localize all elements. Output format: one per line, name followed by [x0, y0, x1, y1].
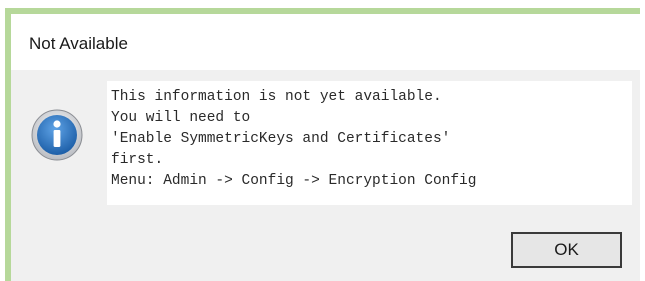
- screenshot-frame: Not Available This information is not ye…: [0, 0, 645, 281]
- message-text: This information is not yet available. Y…: [111, 87, 476, 192]
- message-area: This information is not yet available. Y…: [107, 81, 632, 205]
- dialog-titlebar[interactable]: Not Available: [11, 14, 640, 70]
- message-line: first.: [111, 152, 164, 168]
- message-line: Menu: Admin -> Config -> Encryption Conf…: [111, 173, 477, 189]
- message-line: This information is not yet available.: [111, 89, 442, 105]
- ok-button[interactable]: OK: [511, 232, 622, 268]
- dialog-title: Not Available: [29, 34, 128, 53]
- not-available-dialog: Not Available This information is not ye…: [11, 14, 640, 281]
- message-line: You will need to: [111, 110, 251, 126]
- info-icon: [31, 109, 83, 161]
- message-line: 'Enable SymmetricKeys and Certificates': [111, 131, 451, 147]
